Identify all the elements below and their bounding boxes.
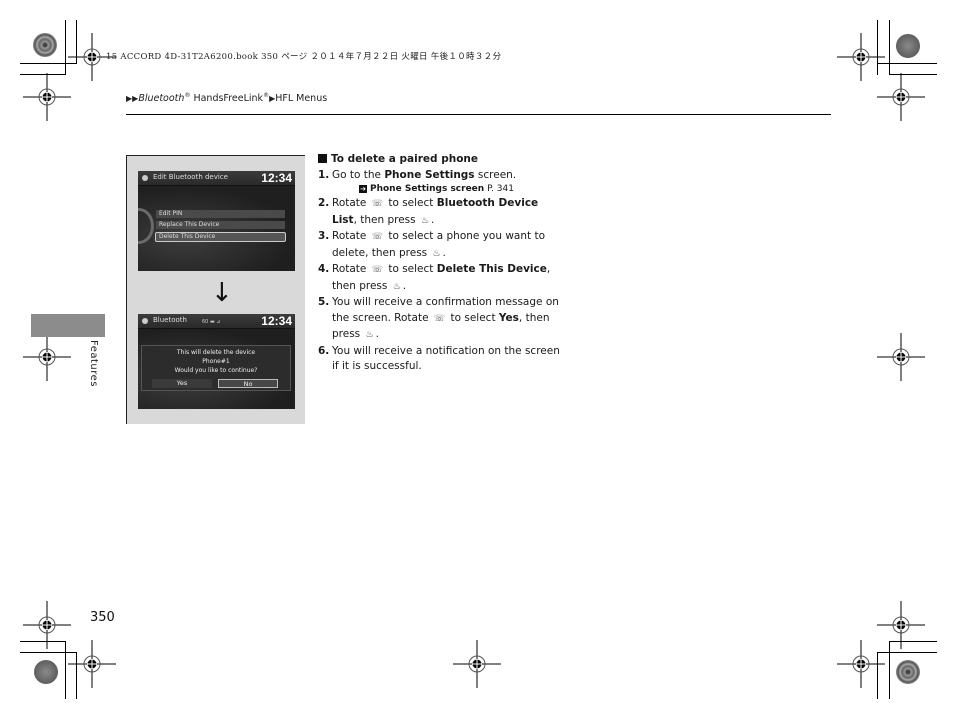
interface-dial-rotate-icon: ☏: [371, 199, 383, 209]
interface-dial-press-icon: ♨: [420, 215, 430, 226]
menu-item-delete-device[interactable]: Delete This Device: [155, 232, 286, 242]
page-number: 350: [90, 610, 115, 625]
step-2: 2. Rotate ☏ to select Bluetooth Device Li…: [318, 196, 563, 229]
interface-dial-press-icon: ♨: [365, 330, 374, 340]
figure-panel: Edit Bluetooth device 12:34 Edit PIN Rep…: [126, 155, 305, 424]
screen-body: Edit PIN Replace This Device Delete This…: [138, 186, 295, 271]
arrow-down-icon: ↓: [211, 278, 233, 308]
signal-battery-icon: 60 ▬ ⊿: [202, 319, 221, 325]
section-heading: To delete a paired phone: [318, 152, 563, 168]
instructions: To delete a paired phone 1. Go to the Pho…: [318, 152, 563, 375]
screen-edit-device: Edit Bluetooth device 12:34 Edit PIN Rep…: [138, 171, 295, 271]
yes-button[interactable]: Yes: [152, 379, 212, 388]
menu-icon: [142, 318, 148, 324]
square-bullet-icon: [318, 154, 327, 163]
triangle-right-icon: ▶▶: [126, 94, 139, 104]
color-wheel-icon: [896, 660, 920, 684]
menu-item-replace-device[interactable]: Replace This Device: [156, 221, 285, 229]
registration-mark-icon: [23, 73, 71, 121]
interface-dial-press-icon: ♨: [432, 248, 441, 259]
cross-reference-link[interactable]: ➔ Phone Settings screen P. 341: [318, 183, 563, 196]
crop-line: [889, 641, 890, 699]
registration-mark-icon: [23, 333, 71, 381]
crop-line: [889, 20, 890, 75]
section-tab: [31, 314, 105, 337]
screen-clock: 12:34: [261, 171, 292, 185]
crop-line: [877, 63, 937, 64]
menu-item-edit-pin[interactable]: Edit PIN: [156, 210, 285, 218]
dial-arc-icon: [138, 208, 154, 244]
screen-title: Bluetooth: [153, 316, 187, 324]
registration-mark-icon: [68, 640, 116, 688]
step-4: 4. Rotate ☏ to select Delete This Device,…: [318, 262, 563, 295]
color-wheel-icon: [34, 660, 58, 684]
step-1: 1. Go to the Phone Settings screen.: [318, 168, 517, 181]
crop-line: [65, 20, 66, 75]
screen-confirm-delete: Bluetooth 60 ▬ ⊿ 12:34 This will delete …: [138, 314, 295, 409]
dialog-message: This will delete the device: [176, 349, 256, 356]
screen-clock: 12:34: [261, 314, 292, 328]
dialog-question: Would you like to continue?: [174, 367, 258, 374]
interface-dial-rotate-icon: ☏: [433, 313, 446, 324]
screen-title-bar: Bluetooth 60 ▬ ⊿ 12:34: [138, 314, 295, 329]
registration-mark-icon: [23, 601, 71, 649]
breadcrumb: ▶▶Bluetooth® HandsFreeLink®▶HFL Menus: [126, 92, 328, 105]
header-rule: [126, 114, 831, 115]
crop-line: [877, 652, 937, 653]
breadcrumb-item[interactable]: Bluetooth: [138, 93, 184, 104]
link-arrow-icon: ➔: [359, 185, 367, 193]
dialog-device-name: Phone#1: [202, 358, 230, 365]
breadcrumb-item[interactable]: HFL Menus: [275, 93, 327, 104]
screen-title-bar: Edit Bluetooth device 12:34: [138, 171, 295, 186]
registration-mark-icon: [877, 73, 925, 121]
interface-dial-rotate-icon: ☏: [371, 232, 383, 242]
screen-title: Edit Bluetooth device: [153, 173, 228, 181]
confirm-dialog: This will delete the device Phone#1 Woul…: [141, 345, 291, 391]
step-3: 3. Rotate ☏ to select a phone you want to…: [318, 229, 563, 262]
menu-icon: [142, 175, 148, 181]
step-5: 5. You will receive a confirmation messag…: [318, 295, 563, 344]
interface-dial-press-icon: ♨: [392, 281, 401, 292]
screen-body: This will delete the device Phone#1 Woul…: [138, 329, 295, 409]
color-wheel-icon: [896, 34, 920, 58]
registration-mark-icon: [453, 640, 501, 688]
no-button[interactable]: No: [218, 379, 278, 388]
color-wheel-icon: [33, 33, 57, 57]
section-label: Features: [88, 340, 99, 387]
breadcrumb-item[interactable]: HandsFreeLink: [193, 93, 263, 104]
registration-mark-icon: [877, 333, 925, 381]
interface-dial-rotate-icon: ☏: [371, 265, 383, 275]
registration-mark-icon: [877, 601, 925, 649]
crop-line: [65, 641, 66, 699]
print-header: 15 ACCORD 4D-31T2A6200.book 350 ページ ２０１４…: [106, 52, 502, 62]
step-6: 6. You will receive a notification on the…: [318, 344, 560, 373]
